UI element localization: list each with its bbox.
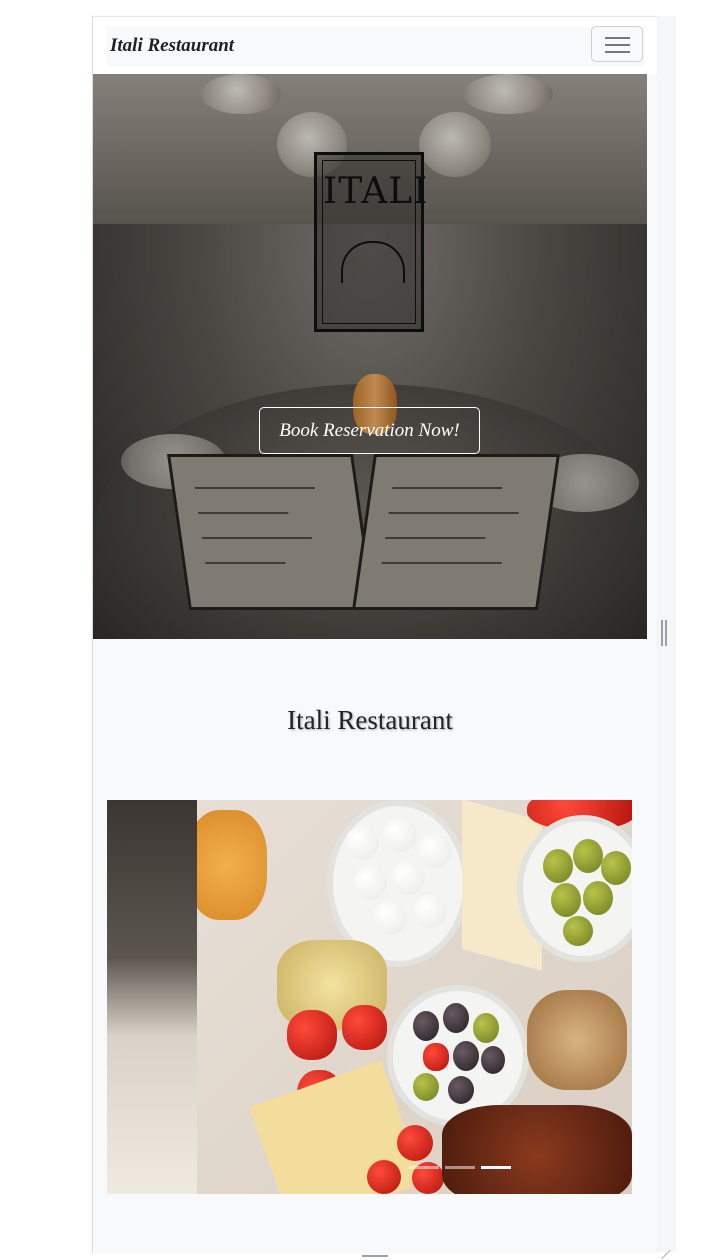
stuffed-pepper-image bbox=[342, 1005, 387, 1050]
navbar: Itali Restaurant bbox=[93, 17, 657, 74]
section-title: Itali Restaurant bbox=[287, 705, 453, 735]
book-reservation-button[interactable]: Book Reservation Now! bbox=[259, 407, 480, 454]
food-carousel[interactable] bbox=[107, 800, 632, 1194]
hero-banner: ITALI Book Reservation Now! bbox=[93, 74, 647, 639]
carousel-indicators bbox=[409, 1166, 511, 1170]
mushroom-image bbox=[527, 990, 627, 1090]
tomato-image bbox=[397, 1125, 433, 1161]
navbar-container: Itali Restaurant bbox=[107, 26, 645, 67]
tomato-image bbox=[367, 1160, 401, 1194]
page-viewport: Itali Restaurant ITALI Book Reservation … bbox=[92, 16, 657, 1253]
hamburger-menu-icon bbox=[605, 44, 630, 46]
cracker-image bbox=[197, 810, 267, 920]
sun-dried-tomato-image bbox=[442, 1105, 632, 1194]
carousel-indicator[interactable] bbox=[445, 1166, 475, 1169]
carousel-indicator[interactable] bbox=[409, 1166, 439, 1169]
carousel-slide-previous bbox=[107, 800, 197, 1194]
navbar-brand[interactable]: Itali Restaurant bbox=[110, 35, 234, 57]
resize-grip-icon[interactable] bbox=[660, 1250, 670, 1260]
stuffed-pepper-image bbox=[287, 1010, 337, 1060]
scrollbar-handle[interactable] bbox=[661, 620, 667, 646]
hamburger-menu-icon bbox=[605, 37, 630, 39]
navbar-toggler-button[interactable] bbox=[591, 26, 643, 62]
hero-overlay bbox=[93, 74, 647, 639]
hamburger-menu-icon bbox=[605, 51, 630, 53]
bottom-drag-handle[interactable] bbox=[362, 1255, 388, 1257]
carousel-indicator-active[interactable] bbox=[481, 1166, 511, 1169]
carousel-slide-active bbox=[197, 800, 632, 1194]
